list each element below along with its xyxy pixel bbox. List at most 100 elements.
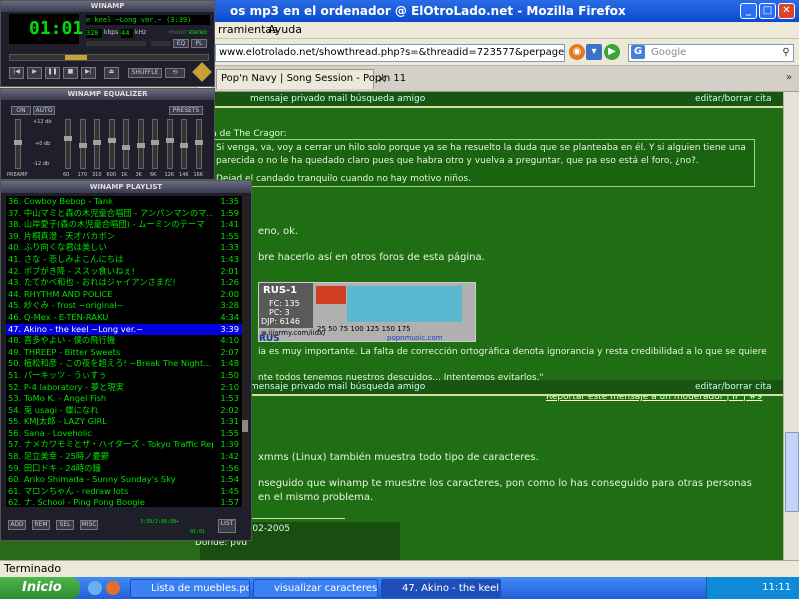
slider-knob[interactable] bbox=[122, 144, 130, 150]
eq-band-slider[interactable] bbox=[107, 119, 116, 169]
start-button[interactable]: Inicio bbox=[0, 577, 80, 599]
previous-button[interactable]: |◀ bbox=[9, 67, 24, 79]
playlist-scrollbar-thumb[interactable] bbox=[242, 420, 248, 432]
playlist-row[interactable]: 42. ポプがき降 - ススッ食いねぇ! 2:01 bbox=[6, 266, 242, 278]
tab-close-icon[interactable]: ✕ bbox=[377, 72, 387, 86]
eq-band-slider[interactable] bbox=[194, 119, 203, 169]
slider-knob[interactable] bbox=[78, 142, 87, 148]
playlist-row[interactable]: 38. 山岸愛子(森の木児童合唱団) - ムーミンのテーマ 1:41 bbox=[6, 219, 242, 231]
post-edit-links[interactable]: editar/borrar cita bbox=[695, 92, 772, 106]
repeat-button[interactable]: ⟲ bbox=[165, 68, 185, 78]
slider-knob[interactable] bbox=[93, 140, 101, 146]
playlist-row[interactable]: 61. マロンちゃん - redraw lots 1:45 bbox=[6, 486, 242, 498]
pl-toggle-button[interactable]: PL bbox=[191, 39, 207, 48]
seek-thumb[interactable] bbox=[65, 55, 87, 60]
slider-knob[interactable] bbox=[14, 140, 22, 145]
slider-knob[interactable] bbox=[107, 138, 116, 143]
eq-toggle-button[interactable]: EQ bbox=[173, 39, 189, 48]
go-icon[interactable]: ▶ bbox=[604, 44, 620, 60]
playlist-row[interactable]: 53. ToMo K. - Angel Fish 1:53 bbox=[6, 393, 242, 405]
remove-button[interactable]: REM bbox=[32, 520, 50, 530]
scrollbar-thumb[interactable] bbox=[785, 432, 799, 512]
post-links[interactable]: mensaje privado mail búsqueda amigo bbox=[250, 380, 425, 394]
taskbar-button-firefox[interactable]: visualizar caracteres j... bbox=[253, 579, 378, 598]
playlist-row[interactable]: 49. THREEP - Bitter Sweets 2:07 bbox=[6, 347, 242, 359]
add-button[interactable]: ADD bbox=[8, 520, 26, 530]
playlist-row[interactable]: 47. Akino - the keel ~Long ver.~ 3:39 bbox=[6, 323, 242, 336]
equalizer-titlebar[interactable]: WINAMP EQUALIZER bbox=[1, 89, 214, 100]
slider-knob[interactable] bbox=[151, 140, 159, 146]
playlist-row[interactable]: 52. P-4 laboratory - 夢と現実 2:10 bbox=[6, 382, 242, 394]
eq-auto-button[interactable]: AUTO bbox=[33, 106, 55, 115]
post-links[interactable]: mensaje privado mail búsqueda amigo bbox=[250, 92, 425, 106]
ie-quicklaunch-icon[interactable] bbox=[88, 581, 102, 595]
slider-knob[interactable] bbox=[165, 138, 174, 143]
firefox-quicklaunch-icon[interactable] bbox=[106, 581, 120, 595]
close-button[interactable]: ✕ bbox=[778, 3, 795, 19]
taskbar-button-winamp[interactable]: 47. Akino - the keel ~... bbox=[381, 579, 501, 598]
playlist-row[interactable]: 43. たてかべ和也 - おれはジャイアンさまだ! 1:26 bbox=[6, 277, 242, 289]
maximize-button[interactable]: □ bbox=[759, 3, 776, 19]
playlist-row[interactable]: 59. 田口ドキ - 24時の鐘 1:56 bbox=[6, 463, 242, 475]
playlist-row[interactable]: 51. パーキッツ - うぃすぅ 1:50 bbox=[6, 370, 242, 382]
preamp-slider[interactable] bbox=[14, 119, 22, 169]
slider-knob[interactable] bbox=[64, 135, 72, 141]
slider-knob[interactable] bbox=[194, 140, 203, 146]
time-display[interactable]: 01:01 bbox=[9, 14, 83, 44]
balance-slider[interactable] bbox=[151, 41, 171, 46]
mini-transport[interactable] bbox=[140, 530, 180, 536]
playlist-row[interactable]: 44. RHYTHM AND POLICE 2:00 bbox=[6, 289, 242, 301]
playlist-row[interactable]: 36. Cowboy Bebop - Tank 1:35 bbox=[6, 196, 242, 208]
select-button[interactable]: SEL bbox=[56, 520, 74, 530]
eq-band-slider[interactable] bbox=[93, 119, 101, 169]
winamp-logo-icon[interactable] bbox=[192, 62, 212, 82]
eq-band-slider[interactable] bbox=[180, 119, 188, 169]
playlist-row[interactable]: 50. 植松和彦 - この夜を超えろ! ~Break The Night... 1… bbox=[6, 358, 242, 370]
play-button[interactable]: ▶ bbox=[27, 67, 42, 79]
playlist-row[interactable]: 37. 中山マミと森の木児童合唱団 - アンパンマンのマ... 1:59 bbox=[6, 208, 242, 220]
eject-button[interactable]: ⏏ bbox=[104, 67, 119, 79]
search-input[interactable]: Google bbox=[628, 44, 794, 62]
tab-list-icon[interactable]: » bbox=[786, 72, 792, 83]
eq-band-slider[interactable] bbox=[165, 119, 174, 169]
pause-button[interactable]: ❚❚ bbox=[45, 67, 60, 79]
slider-knob[interactable] bbox=[136, 142, 145, 148]
winamp-titlebar[interactable]: WINAMP bbox=[1, 1, 214, 12]
misc-button[interactable]: MISC bbox=[80, 520, 98, 530]
clock[interactable]: 11:11 bbox=[762, 582, 791, 593]
playlist-row[interactable]: 54. 兎 usagi - 蝶になれ 2:02 bbox=[6, 405, 242, 417]
playlist-row[interactable]: 48. 喜多やよい - 僕の飛行機 4:10 bbox=[6, 335, 242, 347]
eq-band-slider[interactable] bbox=[151, 119, 159, 169]
next-button[interactable]: ▶| bbox=[81, 67, 96, 79]
playlist-row[interactable]: 46. Q-Mex - E-TEN-RAKU 4:34 bbox=[6, 312, 242, 324]
playlist-list[interactable]: 36. Cowboy Bebop - Tank 1:35 37. 中山マミと森の木児… bbox=[6, 196, 242, 507]
minimize-button[interactable]: _ bbox=[740, 3, 757, 19]
google-icon[interactable]: G bbox=[631, 45, 645, 59]
playlist-row[interactable]: 41. さな - 悲しみよこんにちは 1:43 bbox=[6, 254, 242, 266]
playlist-row[interactable]: 58. 足立美幸 - 25時ノ憂鬱 1:42 bbox=[6, 451, 242, 463]
song-title-display[interactable]: e keel ~Long ver.~ (3:39) bbox=[86, 15, 210, 25]
list-button[interactable]: LIST bbox=[218, 519, 236, 533]
playlist-row[interactable]: 60. Ariko Shimada - Sunny Sunday's Sky 1:… bbox=[6, 474, 242, 486]
taskbar-button-pdf[interactable]: Lista de muebles.pdf ... bbox=[130, 579, 250, 598]
stop-button[interactable]: ■ bbox=[63, 67, 78, 79]
volume-slider[interactable] bbox=[86, 41, 146, 46]
url-bar[interactable]: www.elotrolado.net/showthread.php?s=&thr… bbox=[215, 44, 565, 62]
eq-on-button[interactable]: ON bbox=[11, 106, 31, 115]
dropdown-icon[interactable]: ▾ bbox=[586, 44, 602, 60]
eq-band-slider[interactable] bbox=[122, 119, 130, 169]
tab-popn-navy[interactable]: Pop'n Navy | Song Session - Pop'n 11 bbox=[216, 69, 406, 89]
playlist-row[interactable]: 56. Sana - Loveholic 1:55 bbox=[6, 428, 242, 440]
playlist-scrollbar[interactable] bbox=[242, 196, 248, 507]
playlist-titlebar[interactable]: WINAMP PLAYLIST bbox=[1, 181, 251, 193]
eq-band-slider[interactable] bbox=[78, 119, 87, 169]
slider-knob[interactable] bbox=[180, 142, 188, 148]
shuffle-button[interactable]: SHUFFLE bbox=[128, 68, 162, 78]
playlist-row[interactable]: 45. 紗ぐみ - frost ~original~ 3:28 bbox=[6, 300, 242, 312]
menu-help[interactable]: Ayuda bbox=[268, 23, 302, 36]
seek-bar[interactable] bbox=[9, 54, 209, 61]
playlist-row[interactable]: 57. ナメカワモミとザ・ハイターズ - Tokyo Traffic Repor… bbox=[6, 439, 242, 451]
playlist-row[interactable]: 40. ふり向くな君は美しい 1:33 bbox=[6, 242, 242, 254]
eq-band-slider[interactable] bbox=[136, 119, 145, 169]
playlist-row[interactable]: 39. 片桐真澄 - 天才バカボン 1:55 bbox=[6, 231, 242, 243]
